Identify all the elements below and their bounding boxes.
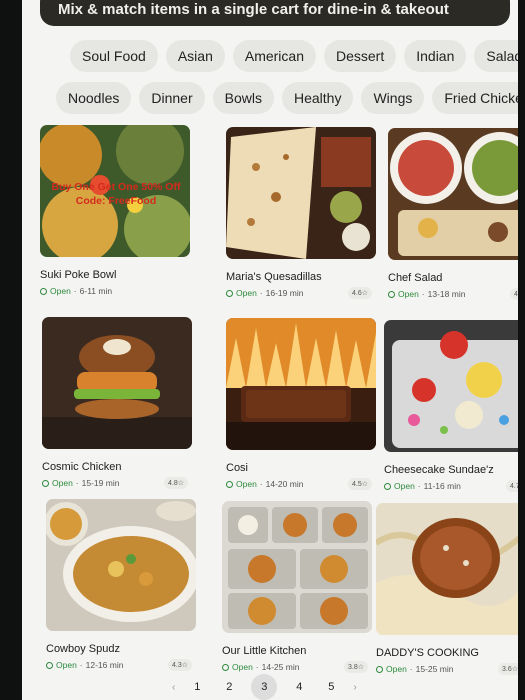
- clock-icon: [46, 661, 53, 669]
- restaurant-meta: Open · 14-25 min 3.8☆: [222, 661, 372, 673]
- open-status: Open: [394, 481, 415, 491]
- restaurant-name: Chef Salad: [388, 272, 443, 284]
- restaurant-card[interactable]: Cowboy Spudz Open · 12-16 min 4.3☆: [46, 499, 196, 671]
- restaurant-image: [384, 320, 518, 452]
- rating-badge: 4.3☆: [167, 659, 192, 671]
- prev-page-button[interactable]: ‹: [172, 682, 175, 693]
- next-page-button[interactable]: ›: [353, 682, 356, 693]
- delivery-time: 16-19 min: [265, 288, 304, 298]
- chip-noodles[interactable]: Noodles: [56, 82, 132, 114]
- category-row-2: Noodles Dinner Bowls Healthy Wings Fried…: [22, 82, 518, 114]
- restaurant-meta: Open· 11-16 min 4.7☆: [384, 480, 518, 492]
- rating-badge: 4.5☆: [347, 478, 372, 490]
- banner-text: Mix & match items in a single cart for d…: [58, 1, 449, 18]
- restaurant-card[interactable]: Maria's Quesadillas Open · 16-19 min 4.6☆: [226, 127, 376, 299]
- page-5-button[interactable]: 5: [321, 677, 341, 697]
- page-2-button[interactable]: 2: [219, 677, 239, 697]
- restaurant-name: DADDY'S COOKING: [376, 647, 479, 659]
- clock-icon: [226, 289, 233, 297]
- open-status: Open: [56, 660, 77, 670]
- restaurant-card[interactable]: Cheesecake Sundae'z Open· 11-16 min 4.7☆: [384, 320, 518, 492]
- open-status: Open: [236, 479, 257, 489]
- open-status: Open: [236, 288, 257, 298]
- restaurant-image: Buy One Get One 50% Off Code: FreeFood: [40, 125, 190, 257]
- restaurant-image: [376, 503, 518, 635]
- restaurant-meta: Open· 13-18 min 4.8☆: [388, 288, 518, 300]
- restaurant-name: Suki Poke Bowl: [40, 269, 117, 281]
- open-status: Open: [232, 662, 253, 672]
- chip-dessert[interactable]: Dessert: [324, 40, 397, 72]
- clock-icon: [40, 287, 47, 295]
- restaurant-meta: Open · 15-19 min 4.8☆: [42, 477, 192, 489]
- restaurant-card[interactable]: Chef Salad Open· 13-18 min 4.8☆: [388, 128, 518, 300]
- page-3-button[interactable]: 3: [251, 674, 278, 700]
- restaurant-image: [42, 317, 192, 449]
- chip-salad[interactable]: Salad: [474, 40, 518, 72]
- restaurant-name: Cheesecake Sundae'z: [384, 464, 494, 476]
- delivery-time: 14-25 min: [261, 662, 300, 672]
- restaurant-meta: Open · 14-20 min 4.5☆: [226, 478, 376, 490]
- restaurant-card[interactable]: Our Little Kitchen Open · 14-25 min 3.8☆: [222, 501, 372, 673]
- restaurant-image: [226, 127, 376, 259]
- chip-wings[interactable]: Wings: [361, 82, 425, 114]
- clock-icon: [42, 479, 49, 487]
- chip-fried-chicken[interactable]: Fried Chicken: [432, 82, 518, 114]
- open-status: Open: [386, 664, 407, 674]
- pagination: ‹ 1 2 3 4 5 ›: [172, 674, 357, 700]
- open-status: Open: [398, 289, 419, 299]
- restaurant-meta: Open · 6-11 min: [40, 286, 190, 296]
- rating-badge: 3.6☆: [497, 663, 518, 675]
- restaurant-image: [388, 128, 518, 260]
- restaurant-meta: Open · 15-25 min 3.6☆: [376, 663, 518, 675]
- page-4-button[interactable]: 4: [289, 677, 309, 697]
- chip-american[interactable]: American: [232, 40, 316, 72]
- delivery-time: 11-16 min: [423, 481, 461, 491]
- restaurant-meta: Open · 12-16 min 4.3☆: [46, 659, 196, 671]
- restaurant-meta: Open · 16-19 min 4.6☆: [226, 287, 376, 299]
- delivery-time: 15-25 min: [415, 664, 454, 674]
- restaurant-name: Cosi: [226, 462, 249, 474]
- chip-indian[interactable]: Indian: [404, 40, 467, 72]
- promo-banner[interactable]: Mix & match items in a single cart for d…: [40, 0, 510, 26]
- rating-badge: 4.6☆: [347, 287, 372, 299]
- clock-icon: [388, 290, 395, 298]
- open-status: Open: [52, 478, 73, 488]
- restaurant-name: Maria's Quesadillas: [226, 271, 322, 283]
- restaurant-image: [46, 499, 196, 631]
- rating-badge: 4.8☆: [509, 288, 518, 300]
- clock-icon: [222, 663, 229, 671]
- clock-icon: [376, 665, 383, 673]
- clock-icon: [226, 480, 233, 488]
- delivery-time: 13-18 min: [427, 289, 466, 299]
- app-screen: Mix & match items in a single cart for d…: [22, 0, 518, 700]
- delivery-time: 14-20 min: [265, 479, 304, 489]
- category-chips: Soul Food Asian American Dessert Indian …: [22, 40, 518, 124]
- delivery-time: 12-16 min: [85, 660, 124, 670]
- delivery-time: 6-11 min: [79, 286, 113, 296]
- open-status: Open: [50, 286, 71, 296]
- restaurant-card[interactable]: Cosmic Chicken Open · 15-19 min 4.8☆: [42, 317, 192, 489]
- restaurant-name: Our Little Kitchen: [222, 645, 307, 657]
- category-row-1: Soul Food Asian American Dessert Indian …: [22, 40, 518, 72]
- chip-asian[interactable]: Asian: [165, 40, 225, 72]
- delivery-time: 15-19 min: [81, 478, 120, 488]
- chip-soul-food[interactable]: Soul Food: [70, 40, 158, 72]
- page-1-button[interactable]: 1: [187, 677, 207, 697]
- chip-dinner[interactable]: Dinner: [139, 82, 205, 114]
- restaurant-image: [222, 501, 372, 633]
- restaurant-card[interactable]: DADDY'S COOKING Open · 15-25 min 3.6☆: [376, 503, 518, 675]
- rating-badge: 4.8☆: [163, 477, 188, 489]
- restaurant-name: Cosmic Chicken: [42, 461, 122, 473]
- rating-badge: 3.8☆: [343, 661, 368, 673]
- restaurant-name: Cowboy Spudz: [46, 643, 120, 655]
- restaurant-card[interactable]: Buy One Get One 50% Off Code: FreeFood S…: [40, 125, 190, 296]
- chip-bowls[interactable]: Bowls: [212, 82, 274, 114]
- promo-overlay: Buy One Get One 50% Off Code: FreeFood: [51, 181, 181, 207]
- clock-icon: [384, 482, 391, 490]
- restaurant-card[interactable]: Cosi Open · 14-20 min 4.5☆: [226, 318, 376, 490]
- rating-badge: 4.7☆: [505, 480, 518, 492]
- restaurant-image: [226, 318, 376, 450]
- chip-healthy[interactable]: Healthy: [281, 82, 354, 114]
